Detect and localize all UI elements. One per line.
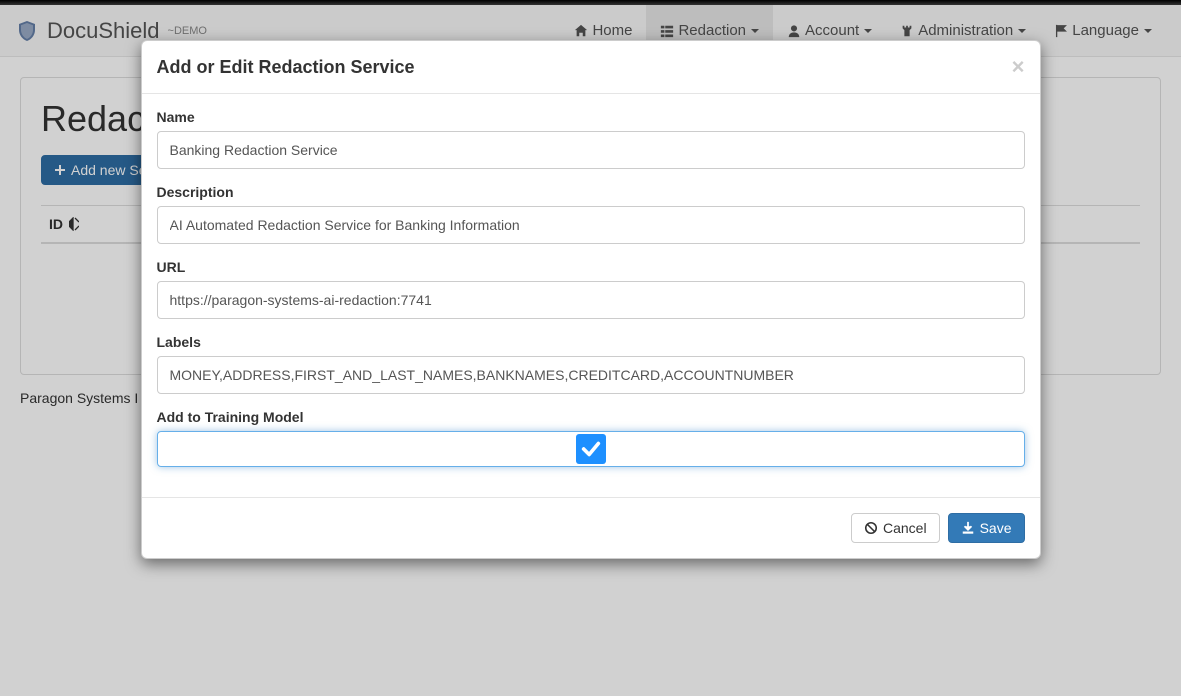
modal-dialog: Add or Edit Redaction Service × Name Des… — [141, 40, 1041, 559]
description-label: Description — [157, 184, 1025, 200]
cancel-label: Cancel — [883, 520, 927, 536]
url-input[interactable] — [157, 281, 1025, 319]
name-input[interactable] — [157, 131, 1025, 169]
cancel-button[interactable]: Cancel — [851, 513, 940, 543]
check-icon — [580, 438, 602, 460]
training-checkbox[interactable] — [576, 434, 606, 464]
modal-header: Add or Edit Redaction Service × — [142, 41, 1040, 94]
modal-body: Name Description URL Labels Add to Train… — [142, 94, 1040, 497]
labels-label: Labels — [157, 334, 1025, 350]
name-label: Name — [157, 109, 1025, 125]
training-checkbox-wrapper[interactable] — [157, 431, 1025, 467]
training-label: Add to Training Model — [157, 409, 1025, 425]
labels-input[interactable] — [157, 356, 1025, 394]
description-input[interactable] — [157, 206, 1025, 244]
save-button[interactable]: Save — [948, 513, 1025, 543]
modal-footer: Cancel Save — [142, 497, 1040, 558]
ban-icon — [864, 521, 878, 535]
save-label: Save — [980, 520, 1012, 536]
modal-title: Add or Edit Redaction Service — [157, 57, 415, 78]
url-label: URL — [157, 259, 1025, 275]
download-icon — [961, 521, 975, 535]
close-icon[interactable]: × — [1012, 56, 1025, 78]
